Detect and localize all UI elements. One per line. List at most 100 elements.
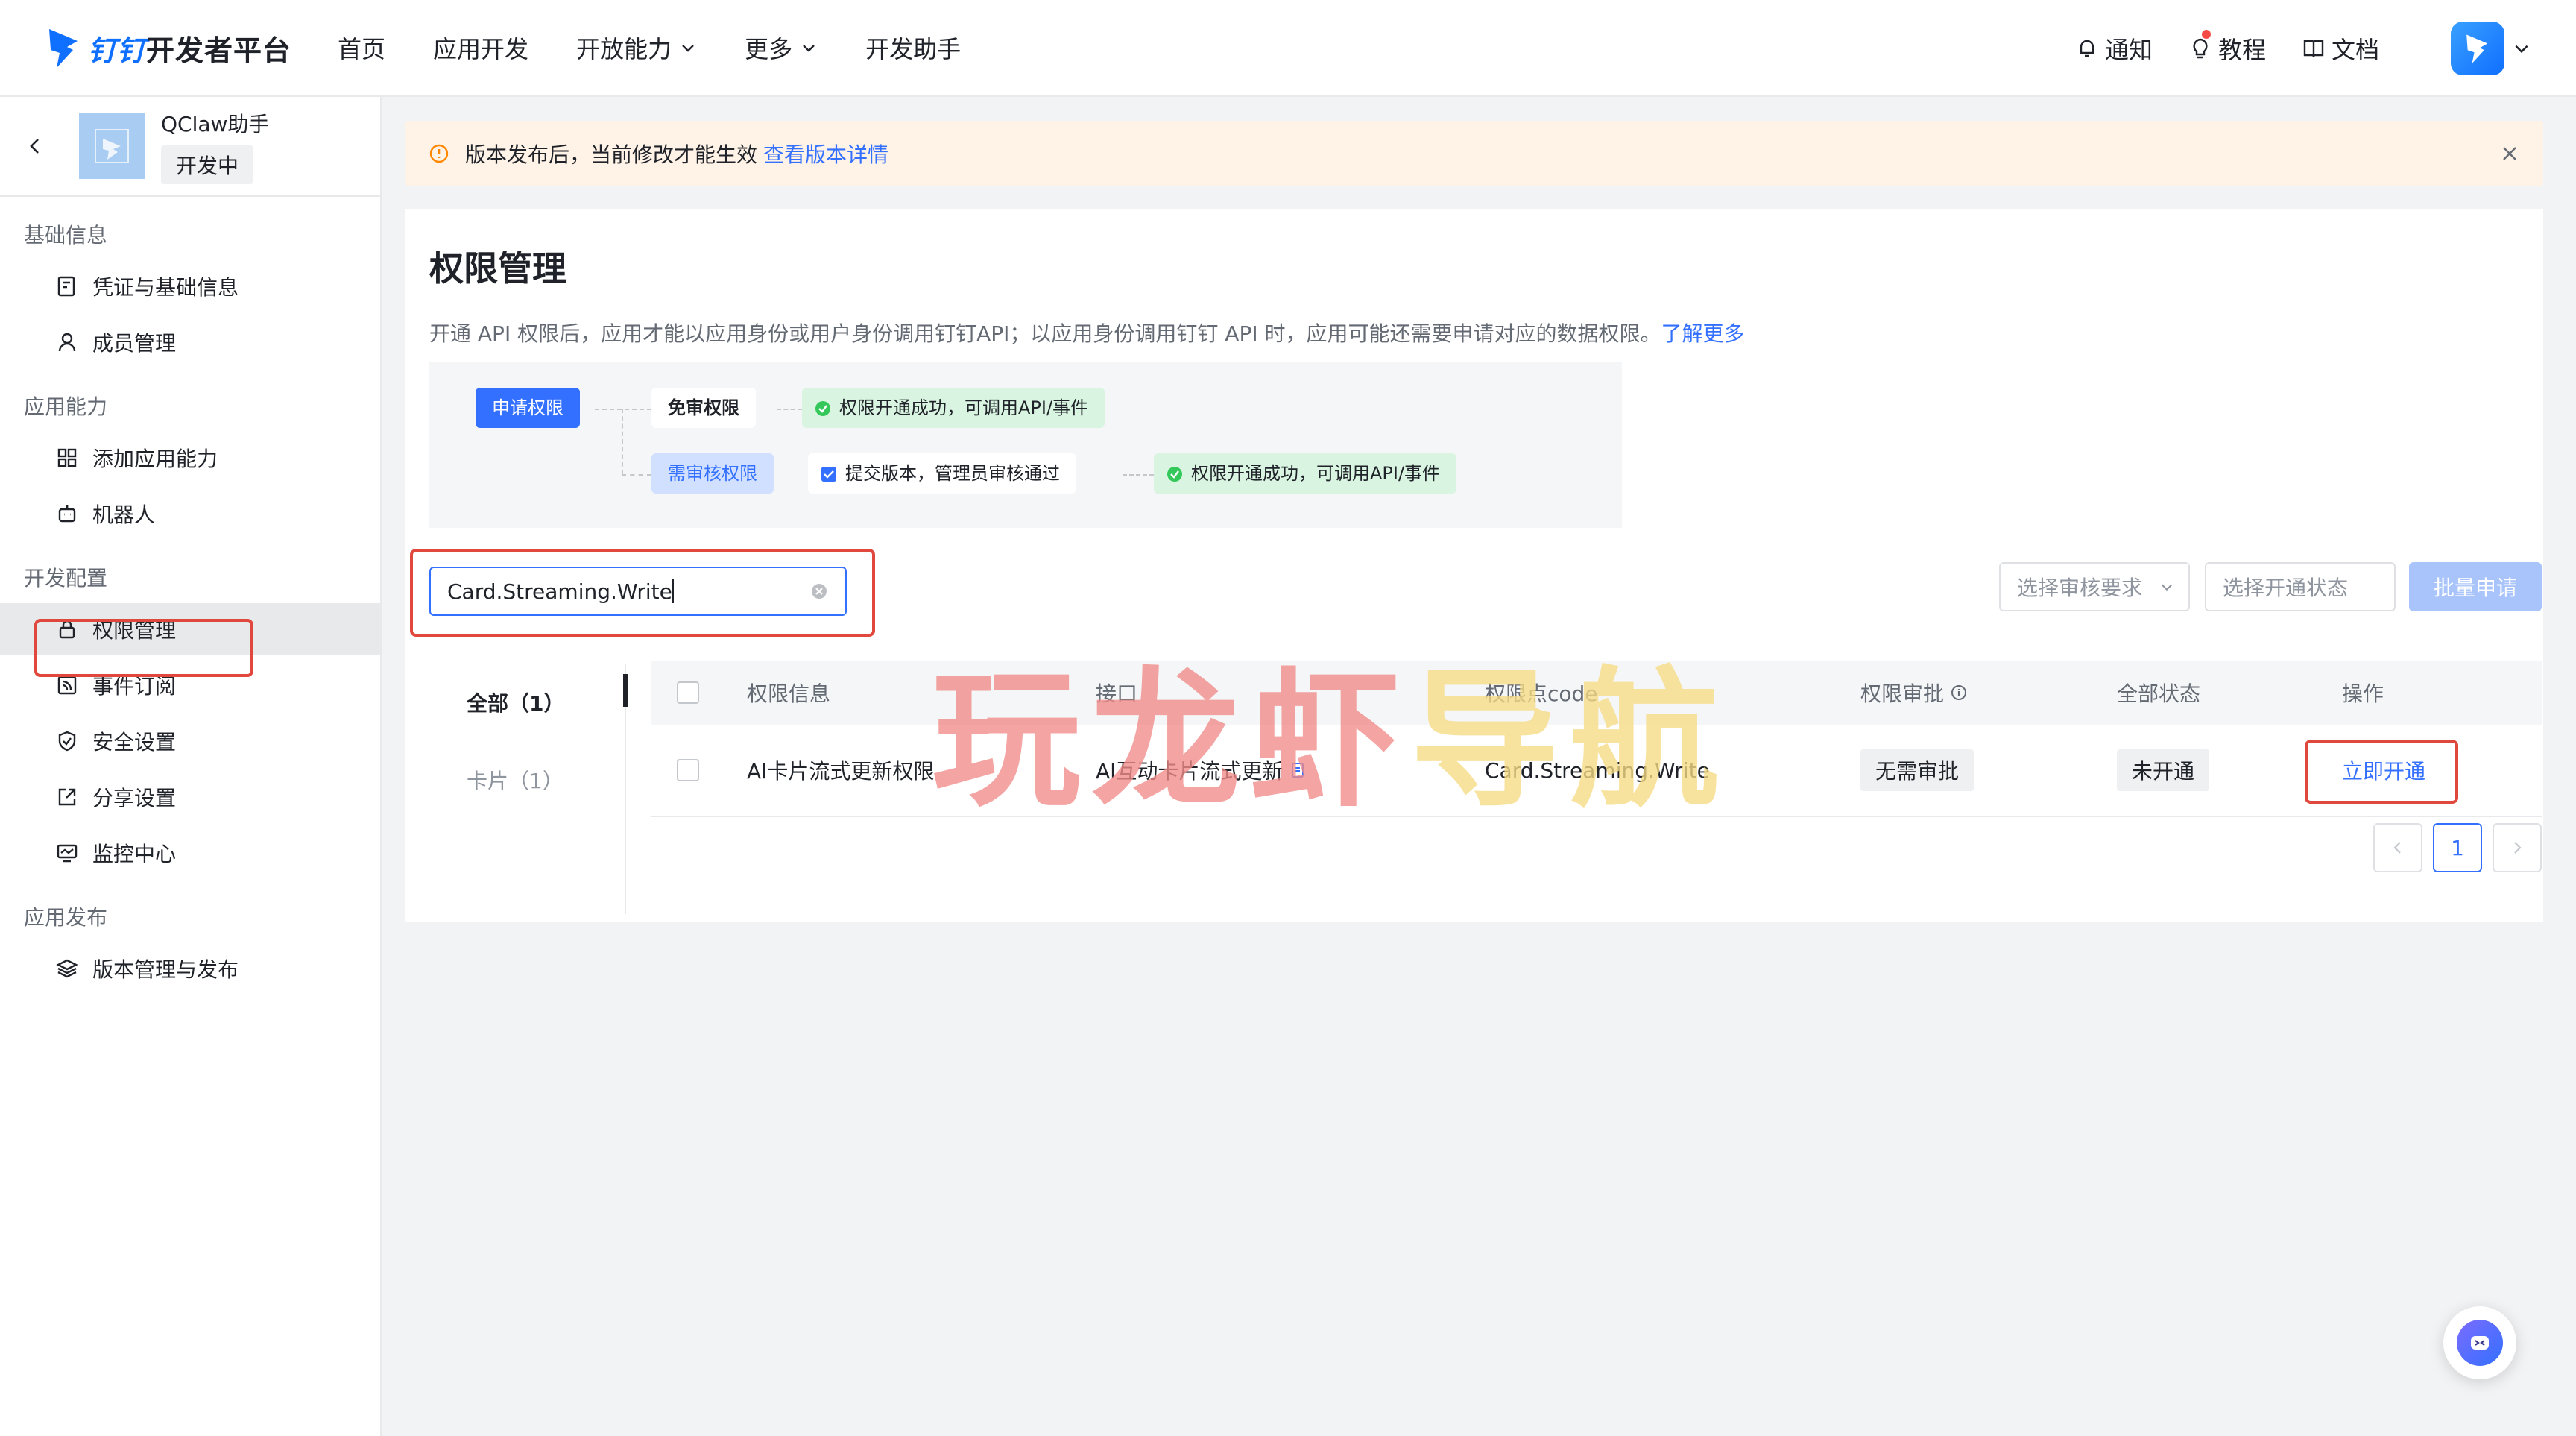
alert-link[interactable]: 查看版本详情 — [763, 139, 888, 169]
app-status-badge: 开发中 — [161, 145, 254, 184]
pagination: 1 — [2363, 823, 2542, 872]
header-approval: 权限审批 — [1860, 678, 1968, 708]
top-navbar: 钉钉开发者平台 首页 应用开发 开放能力 更多 开发助手 通知 教程 文档 — [0, 0, 2576, 97]
nav-open-capability[interactable]: 开放能力 — [576, 31, 697, 65]
dingtalk-logo[interactable]: 钉钉开发者平台 — [46, 25, 291, 71]
chevron-right-icon — [2514, 842, 2522, 854]
status-select-placeholder: 选择开通状态 — [2223, 576, 2349, 600]
tab-card[interactable]: 卡片（1） — [429, 741, 625, 819]
assistant-float-button[interactable] — [2443, 1306, 2516, 1379]
share-icon — [58, 788, 76, 806]
permission-table: 权限信息 接口 权限点code 权限审批 全部状态 操作 AI卡片流式更新权限 … — [651, 661, 2542, 817]
app-name: QClaw助手 — [161, 112, 270, 136]
flow-no-review-permission: 免审权限 — [651, 388, 756, 428]
brand-name: 开发者平台 — [146, 34, 292, 67]
tab-all[interactable]: 全部（1） — [429, 664, 628, 741]
dingtalk-wing-icon — [2466, 34, 2488, 64]
chevron-down-icon — [2161, 584, 2173, 591]
sidebar-item-robot[interactable]: 机器人 — [0, 488, 380, 540]
brand-accent: 钉钉 — [88, 34, 147, 67]
table-row: AI卡片流式更新权限 AI互动卡片流式更新 Card.Streaming.Wri… — [651, 725, 2542, 817]
monitor-icon — [57, 844, 78, 863]
flow-success-a-label: 权限开通成功，可调用API/事件 — [839, 397, 1089, 418]
header-info: 权限信息 — [747, 681, 831, 706]
chat-bot-icon — [2471, 1336, 2489, 1350]
header-status[interactable]: 全部状态 — [2117, 678, 2200, 708]
flow-apply-permission: 申请权限 — [476, 388, 580, 428]
sidebar-item-label: 安全设置 — [92, 730, 177, 755]
flow-connector — [1123, 474, 1154, 476]
header-code: 权限点code — [1485, 681, 1598, 706]
permission-info-cell: AI卡片流式更新权限 — [747, 759, 935, 784]
nav-home-label: 首页 — [338, 35, 386, 63]
shield-icon — [58, 731, 76, 752]
docs-button[interactable]: 文档 — [2302, 31, 2379, 66]
sidebar-item-add-capability[interactable]: 添加应用能力 — [0, 432, 380, 484]
select-all-checkbox[interactable] — [677, 681, 699, 704]
flow-connector — [622, 409, 623, 474]
robot-icon — [58, 505, 76, 523]
permission-code-cell: Card.Streaming.Write — [1485, 758, 1710, 783]
nav-dev-assistant[interactable]: 开发助手 — [865, 31, 961, 65]
page-title: 权限管理 — [429, 248, 566, 289]
app-logo-icon — [95, 129, 129, 163]
prev-page-button[interactable] — [2373, 823, 2422, 872]
info-circle-icon[interactable] — [1950, 684, 1968, 702]
doc-icon[interactable] — [1289, 761, 1307, 779]
nav-home[interactable]: 首页 — [338, 31, 385, 65]
notify-label: 通知 — [2104, 36, 2153, 64]
nav-more[interactable]: 更多 — [745, 31, 818, 65]
check-circle-icon — [815, 401, 830, 416]
book-icon — [2303, 40, 2324, 57]
learn-more-link[interactable]: 了解更多 — [1661, 321, 1745, 346]
close-icon[interactable] — [2498, 142, 2521, 165]
back-arrow-icon[interactable] — [24, 135, 46, 157]
chevron-down-icon[interactable] — [2512, 39, 2531, 58]
sidebar-item-members[interactable]: 成员管理 — [0, 316, 380, 368]
status-tag: 未开通 — [2117, 749, 2210, 791]
nav-dev-assistant-label: 开发助手 — [865, 35, 962, 63]
header-approval-label: 权限审批 — [1860, 681, 1945, 706]
sidebar-item-label: 成员管理 — [92, 331, 177, 356]
nav-app-dev[interactable]: 应用开发 — [433, 31, 528, 65]
header-action: 操作 — [2342, 681, 2384, 706]
row-checkbox[interactable] — [677, 759, 699, 781]
sidebar-item-share[interactable]: 分享设置 — [0, 771, 380, 823]
highlight-box-open-now — [2305, 740, 2458, 804]
flow-needs-review-permission: 需审核权限 — [651, 453, 774, 494]
chevron-down-icon — [803, 45, 815, 52]
flow-submit-step-label: 提交版本，管理员审核通过 — [845, 463, 1060, 484]
sidebar-item-version-release[interactable]: 版本管理与发布 — [0, 942, 380, 995]
notify-button[interactable]: 通知 — [2075, 31, 2153, 66]
category-tabs: 全部（1） 卡片（1） — [429, 664, 628, 914]
flow-connector — [622, 474, 651, 476]
docs-label: 文档 — [2331, 36, 2379, 64]
lightbulb-icon — [2193, 38, 2208, 59]
main-menu: 首页 应用开发 开放能力 更多 开发助手 — [338, 31, 1008, 65]
open-status-select[interactable]: 选择开通状态 — [2205, 562, 2396, 611]
header-api: 接口 — [1096, 681, 1138, 706]
bulk-apply-button[interactable]: 批量申请 — [2409, 562, 2542, 611]
page-number-current[interactable]: 1 — [2433, 823, 2482, 872]
main-content: 版本发布后，当前修改才能生效 查看版本详情 权限管理 开通 API 权限后，应用… — [405, 97, 2543, 922]
tab-all-label: 全部（1） — [467, 691, 565, 716]
sidebar-item-monitor[interactable]: 监控中心 — [0, 827, 380, 879]
sidebar-item-security[interactable]: 安全设置 — [0, 715, 380, 767]
user-avatar[interactable] — [2451, 22, 2504, 75]
app-header: QClaw助手 开发中 — [0, 97, 380, 197]
chevron-down-icon — [682, 45, 694, 52]
flow-success-b: 权限开通成功，可调用API/事件 — [1154, 453, 1457, 494]
tutorial-button[interactable]: 教程 — [2188, 30, 2266, 66]
group-app-capability: 应用能力 — [24, 394, 108, 419]
sidebar-item-credentials[interactable]: 凭证与基础信息 — [0, 260, 380, 312]
group-app-release: 应用发布 — [24, 905, 108, 930]
flow-connector — [595, 409, 651, 410]
bell-icon — [2079, 40, 2094, 57]
app-icon — [79, 113, 145, 179]
approval-tag: 无需审批 — [1860, 749, 1974, 791]
next-page-button[interactable] — [2493, 823, 2542, 872]
nav-app-dev-label: 应用开发 — [433, 35, 529, 63]
api-link[interactable]: AI互动卡片流式更新 — [1096, 755, 1283, 785]
review-requirement-select[interactable]: 选择审核要求 — [1999, 562, 2190, 611]
sidebar-item-label: 添加应用能力 — [92, 447, 218, 471]
